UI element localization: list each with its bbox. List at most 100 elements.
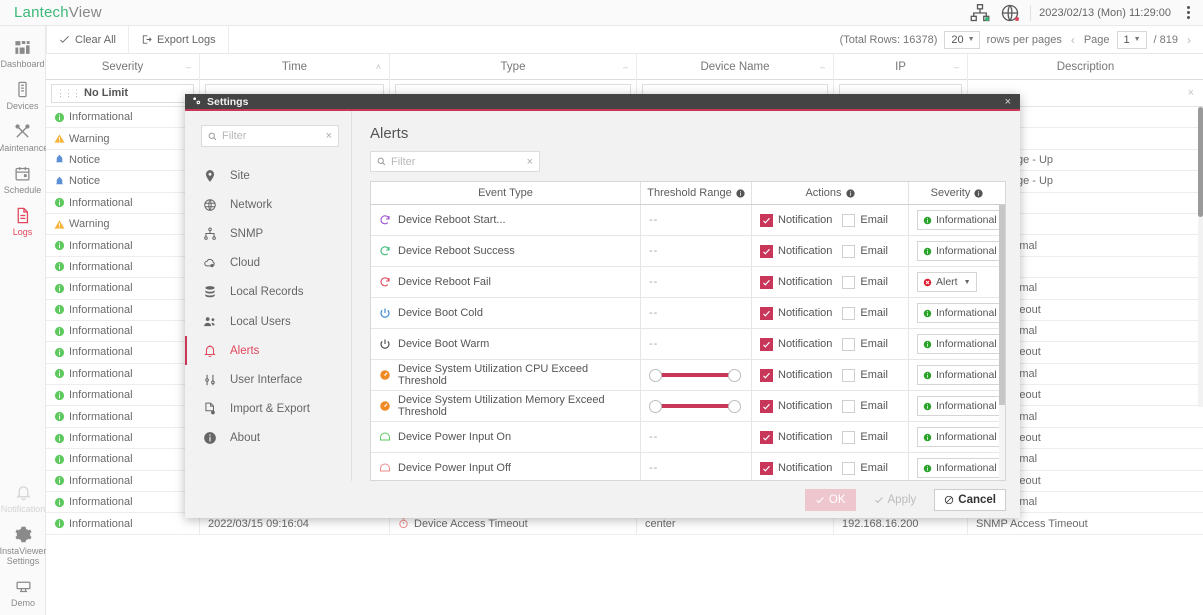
sidebar-item-demo[interactable]: Demo [0, 571, 46, 613]
clear-icon[interactable]: × [1188, 87, 1194, 99]
alerts-scrollbar-thumb[interactable] [999, 205, 1005, 405]
email-checkbox[interactable]: Email [842, 338, 888, 351]
sidebar-item-logs[interactable]: Logs [0, 200, 45, 242]
checkbox-box [842, 214, 855, 227]
notification-checkbox[interactable]: Notification [760, 307, 832, 320]
event-type-label: Device Reboot Success [398, 245, 515, 257]
settings-filter-input[interactable]: Filter × [201, 125, 339, 147]
sidebar-item-dashboard[interactable]: Dashboard [0, 32, 45, 74]
column-header-time[interactable]: Time˄ [200, 54, 390, 80]
rows-per-page-select[interactable]: 20 ▼ [944, 31, 979, 49]
notification-checkbox[interactable]: Notification [760, 245, 832, 258]
sidebar-item-devices[interactable]: Devices [0, 74, 45, 116]
alerts-cell-threshold: -- [641, 329, 752, 359]
alerts-cell-severity: Informational▼ [909, 298, 1005, 328]
alerts-filter-input[interactable]: Filter × [370, 151, 540, 172]
notification-checkbox[interactable]: Notification [760, 462, 832, 475]
email-checkbox[interactable]: Email [842, 462, 888, 475]
kebab-menu-icon[interactable] [1181, 6, 1195, 19]
email-checkbox[interactable]: Email [842, 431, 888, 444]
severity-dropdown[interactable]: Informational▼ [917, 241, 1006, 261]
settings-nav-item-site[interactable]: Site [185, 161, 351, 190]
settings-nav-item-alerts[interactable]: Alerts [185, 336, 351, 365]
sidebar-item-notification[interactable]: Notification [0, 477, 46, 519]
dialog-title-bar[interactable]: Settings × [185, 94, 1020, 111]
info-icon[interactable] [736, 189, 745, 198]
alerts-scrollbar[interactable] [999, 205, 1005, 480]
column-header-severity[interactable]: Severity– [46, 54, 200, 80]
info-icon[interactable] [974, 189, 983, 198]
globe-icon[interactable] [1000, 3, 1020, 23]
next-page-button[interactable]: › [1185, 33, 1193, 47]
apply-button[interactable]: Apply [864, 489, 927, 511]
settings-nav-item-user-interface[interactable]: User Interface [185, 365, 351, 394]
sidebar-label-demo: Demo [11, 598, 35, 608]
notification-checkbox[interactable]: Notification [760, 214, 832, 227]
threshold-range-slider[interactable] [649, 368, 741, 382]
dialog-footer: OK Apply Cancel [185, 481, 1020, 518]
threshold-range-slider[interactable] [649, 399, 741, 413]
alerts-table: Event Type Threshold Range Actions Sever… [370, 181, 1006, 481]
severity-dropdown[interactable]: Informational▼ [917, 458, 1006, 478]
event-type-label: Device Reboot Fail [398, 276, 491, 288]
settings-nav-item-about[interactable]: About [185, 424, 351, 453]
severity-dropdown[interactable]: Informational▼ [917, 427, 1006, 447]
settings-nav-item-local-users[interactable]: Local Users [185, 307, 351, 336]
ok-button[interactable]: OK [805, 489, 856, 511]
prev-page-button[interactable]: ‹ [1069, 33, 1077, 47]
alerts-panel: Alerts Filter × Event Type Threshold Ran… [352, 111, 1020, 481]
severity-dropdown[interactable]: Informational▼ [917, 334, 1006, 354]
table-scrollbar-thumb[interactable] [1198, 107, 1203, 217]
slider-knob-max[interactable] [728, 369, 741, 382]
clear-icon[interactable]: × [326, 130, 332, 142]
info-icon[interactable] [846, 189, 855, 198]
severity-dropdown[interactable]: Informational▼ [917, 365, 1006, 385]
notification-checkbox[interactable]: Notification [760, 276, 832, 289]
settings-nav-item-local-records[interactable]: Local Records [185, 278, 351, 307]
info-icon [54, 326, 65, 337]
severity-dropdown[interactable]: Informational▼ [917, 303, 1006, 323]
sidebar-item-maintenance[interactable]: Maintenance [0, 116, 45, 158]
slider-knob-max[interactable] [728, 400, 741, 413]
notification-checkbox[interactable]: Notification [760, 338, 832, 351]
email-checkbox[interactable]: Email [842, 400, 888, 413]
severity-dropdown[interactable]: Alert▼ [917, 272, 977, 292]
email-checkbox[interactable]: Email [842, 276, 888, 289]
column-header-description[interactable]: Description [968, 54, 1203, 80]
column-header-type[interactable]: Type– [390, 54, 637, 80]
alerts-cell-event-type: Device System Utilization Memory Exceed … [371, 391, 641, 421]
network-topology-icon[interactable] [970, 3, 990, 23]
severity-label: Informational [69, 346, 133, 358]
email-checkbox[interactable]: Email [842, 307, 888, 320]
email-checkbox[interactable]: Email [842, 214, 888, 227]
alerts-table-row: Device Reboot Start...--NotificationEmai… [371, 205, 1005, 236]
notification-checkbox[interactable]: Notification [760, 400, 832, 413]
email-checkbox[interactable]: Email [842, 369, 888, 382]
clear-all-button[interactable]: Clear All [46, 26, 129, 54]
page-number-select[interactable]: 1 ▼ [1117, 31, 1147, 49]
cancel-button[interactable]: Cancel [934, 489, 1006, 511]
slider-knob-min[interactable] [649, 400, 662, 413]
settings-nav-item-network[interactable]: Network [185, 190, 351, 219]
settings-nav-item-cloud[interactable]: Cloud [185, 249, 351, 278]
sidebar-item-instaviewer-settings[interactable]: InstaViewer Settings [0, 519, 46, 571]
severity-dropdown[interactable]: Informational▼ [917, 396, 1006, 416]
sidebar-item-schedule[interactable]: Schedule [0, 158, 45, 200]
notification-label: Notification [778, 276, 832, 288]
close-icon[interactable]: × [1002, 96, 1014, 108]
clear-icon[interactable]: × [527, 156, 533, 168]
severity-filter-select[interactable]: ⋮⋮⋮ No Limit [51, 84, 194, 103]
slider-knob-min[interactable] [649, 369, 662, 382]
table-scrollbar[interactable] [1198, 107, 1203, 407]
email-checkbox[interactable]: Email [842, 245, 888, 258]
info-icon [923, 433, 932, 442]
settings-nav-label: Local Records [230, 286, 304, 298]
notification-checkbox[interactable]: Notification [760, 431, 832, 444]
column-header-ip[interactable]: IP– [834, 54, 968, 80]
export-logs-button[interactable]: Export Logs [129, 26, 229, 54]
settings-nav-item-snmp[interactable]: SNMP [185, 219, 351, 248]
column-header-device-name[interactable]: Device Name– [637, 54, 834, 80]
notification-checkbox[interactable]: Notification [760, 369, 832, 382]
severity-dropdown[interactable]: Informational▼ [917, 210, 1006, 230]
settings-nav-item-import-export[interactable]: Import & Export [185, 395, 351, 424]
